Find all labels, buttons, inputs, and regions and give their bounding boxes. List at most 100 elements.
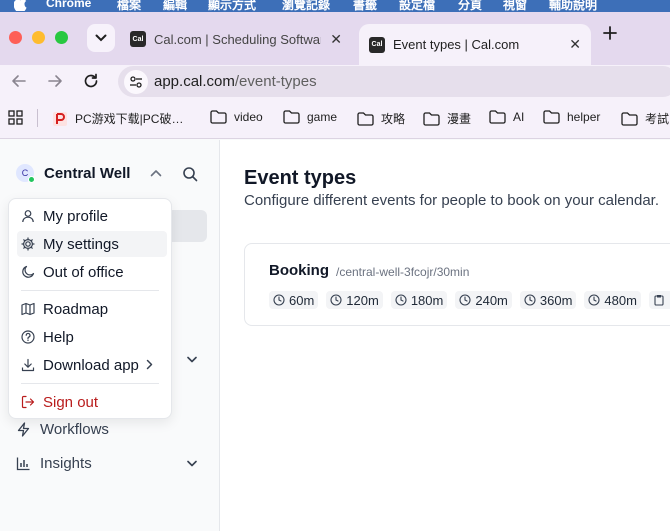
menu-item-label: Help — [43, 328, 74, 346]
page-subtitle: Configure different events for people to… — [244, 192, 659, 209]
menu-divider — [21, 383, 159, 384]
bookmark-label: 漫畫 — [447, 112, 472, 126]
menu-item-label: Download app — [43, 356, 139, 374]
menubar-item-bookmarks[interactable]: 書籤 — [353, 0, 377, 12]
folder-icon — [283, 110, 307, 124]
url-domain: app.cal.com — [154, 73, 235, 90]
minimize-window-button[interactable] — [32, 31, 45, 44]
search-icon[interactable] — [182, 166, 198, 182]
org-name: Central Well — [44, 164, 131, 182]
menu-item-label: My profile — [43, 207, 109, 225]
bookmark-label: 考試 — [645, 112, 670, 126]
game-site-icon — [52, 111, 75, 127]
menu-bar: Chrome 檔案 編輯 顯示方式 瀏覽記錄 書籤 設定檔 分頁 視窗 輔助說明 — [0, 0, 670, 12]
bar-chart-icon — [16, 456, 40, 471]
menubar-item-edit[interactable]: 編輯 — [163, 0, 187, 12]
close-window-button[interactable] — [9, 31, 22, 44]
map-icon — [21, 302, 43, 316]
menu-item-my-settings[interactable]: My settings — [17, 231, 167, 257]
duration-label: 480m — [604, 292, 637, 308]
zoom-window-button[interactable] — [55, 31, 68, 44]
page-viewport: C Central Well Workflows Insights My pro… — [0, 140, 670, 531]
menu-item-label: Sign out — [43, 393, 99, 411]
menu-item-label: Roadmap — [43, 300, 109, 318]
sidebar-item-label: Workflows — [40, 421, 109, 438]
chevron-down-icon[interactable] — [187, 356, 197, 363]
menu-item-label: My settings — [43, 235, 119, 253]
cal-favicon-icon: Cal — [369, 36, 385, 53]
bookmark-folder-ai[interactable]: AI — [489, 110, 524, 124]
bookmark-folder-video[interactable]: video — [210, 110, 263, 124]
chevron-down-icon[interactable] — [187, 460, 197, 467]
tab-title: Event types | Cal.com — [393, 37, 520, 52]
menubar-item-profiles[interactable]: 設定檔 — [399, 0, 435, 12]
menu-item-roadmap[interactable]: Roadmap — [17, 296, 167, 322]
apple-icon[interactable] — [14, 0, 27, 11]
forward-button[interactable] — [46, 72, 64, 90]
new-tab-button[interactable] — [603, 26, 617, 40]
menu-item-download-app[interactable]: Download app — [17, 352, 167, 378]
clock-icon — [459, 294, 475, 306]
bookmark-label: PC游戏下载|PC破… — [75, 112, 184, 126]
bookmark-label: 攻略 — [381, 112, 406, 126]
clipboard-icon — [653, 294, 669, 306]
duration-label: 120m — [346, 292, 379, 308]
user-dropdown-menu: My profile My settings Out of office Roa… — [8, 198, 172, 419]
settings-icon — [21, 237, 43, 251]
bookmark-folder-comics[interactable]: 漫畫 — [423, 110, 471, 127]
menu-divider — [21, 290, 159, 291]
duration-label: 180m — [410, 292, 444, 308]
menu-item-my-profile[interactable]: My profile — [17, 203, 167, 229]
address-bar[interactable]: app.cal.com/event-types — [118, 66, 670, 97]
duration-badges: 60m 120m 180m 240m 360m 480m — [269, 291, 670, 309]
duration-badge: 360m — [519, 291, 577, 309]
menubar-item-view[interactable]: 顯示方式 — [208, 0, 256, 12]
close-tab-icon[interactable]: ✕ — [330, 31, 342, 48]
tab-search-button[interactable] — [87, 24, 115, 52]
bookmark-folder-guides[interactable]: 攻略 — [357, 110, 405, 127]
payment-badge — [648, 291, 670, 309]
url-path: /event-types — [234, 73, 317, 90]
download-icon — [21, 358, 43, 372]
chevron-up-icon[interactable] — [150, 169, 162, 177]
site-info-icon[interactable] — [124, 70, 148, 94]
menu-item-label: Out of office — [43, 263, 124, 281]
tab-cal-home[interactable]: Cal Cal.com | Scheduling Softwar ✕ — [130, 24, 352, 54]
sidebar-item-label: Insights — [40, 455, 92, 472]
folder-icon — [357, 111, 381, 126]
bookmark-label: helper — [567, 110, 601, 124]
reload-button[interactable] — [82, 72, 100, 90]
menubar-item-help[interactable]: 輔助說明 — [549, 0, 597, 12]
clock-icon — [588, 294, 604, 306]
bookmark-folder-helper[interactable]: helper — [543, 110, 600, 124]
folder-icon — [621, 111, 645, 126]
menu-item-sign-out[interactable]: Sign out — [17, 389, 167, 415]
clock-icon — [330, 294, 346, 306]
close-tab-icon[interactable]: ✕ — [569, 36, 581, 53]
menubar-item-history[interactable]: 瀏覽記錄 — [282, 0, 330, 12]
moon-icon — [21, 265, 43, 279]
folder-icon — [543, 110, 567, 124]
menu-item-help[interactable]: Help — [17, 324, 167, 350]
menubar-item-window[interactable]: 視窗 — [503, 0, 527, 12]
event-type-card[interactable]: Booking /central-well-3fcojr/30min 60m 1… — [244, 243, 670, 326]
bookmark-folder-exam[interactable]: 考試 — [621, 110, 669, 127]
tab-event-types[interactable]: Cal Event types | Cal.com ✕ — [359, 24, 591, 65]
sidebar-item-workflows[interactable]: Workflows — [16, 421, 109, 438]
clock-icon — [524, 294, 540, 306]
menubar-app-name[interactable]: Chrome — [46, 0, 91, 10]
duration-label: 60m — [289, 292, 315, 308]
org-switcher[interactable]: C Central Well — [16, 164, 131, 183]
menubar-item-file[interactable]: 檔案 — [117, 0, 141, 12]
menubar-item-tab[interactable]: 分頁 — [458, 0, 482, 12]
browser-toolbar: app.cal.com/event-types — [0, 65, 670, 98]
url-text: app.cal.com/event-types — [154, 73, 317, 90]
menu-item-out-of-office[interactable]: Out of office — [17, 259, 167, 285]
bookmark-folder-game[interactable]: game — [283, 110, 337, 124]
back-button[interactable] — [10, 72, 28, 90]
bookmark-pc-games[interactable]: PC游戏下载|PC破… — [52, 110, 183, 127]
sidebar-item-insights[interactable]: Insights — [16, 455, 92, 472]
tab-title: Cal.com | Scheduling Softwar — [154, 31, 321, 47]
duration-badge: 120m — [326, 291, 383, 309]
apps-grid-icon[interactable] — [8, 110, 30, 125]
